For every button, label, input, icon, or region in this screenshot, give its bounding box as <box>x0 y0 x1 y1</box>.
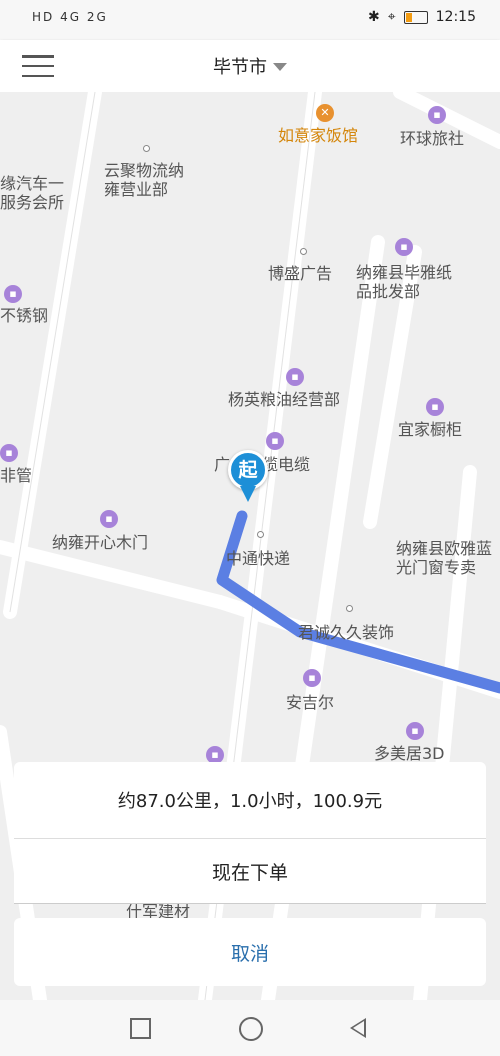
poi-label[interactable]: 如意家饭馆 <box>278 126 358 145</box>
poi-label[interactable]: 纳雍开心木门 <box>52 533 148 552</box>
poi-label[interactable]: 博盛广告 <box>268 264 332 283</box>
poi-label[interactable]: 不锈钢 <box>0 306 48 325</box>
shop-icon[interactable]: ▪ <box>266 432 284 450</box>
start-marker[interactable]: 起 <box>228 450 274 510</box>
shop-icon[interactable]: ▪ <box>406 722 424 740</box>
shop-icon[interactable]: ▪ <box>303 669 321 687</box>
recent-apps-icon[interactable] <box>130 1018 151 1039</box>
status-time: 12:15 <box>435 9 476 25</box>
poi-dot <box>346 605 353 612</box>
menu-icon[interactable] <box>22 52 54 80</box>
poi-label[interactable]: 纳雍县毕雅纸品批发部 <box>356 263 454 301</box>
shop-icon[interactable]: ▪ <box>428 106 446 124</box>
cancel-button[interactable]: 取消 <box>14 918 486 986</box>
start-marker-label: 起 <box>228 450 268 490</box>
chevron-down-icon <box>273 63 287 71</box>
poi-dot <box>300 248 307 255</box>
order-now-button[interactable]: 现在下单 <box>14 838 486 904</box>
poi-label[interactable]: 宜家橱柜 <box>398 420 462 439</box>
poi-label[interactable]: 云聚物流纳雍营业部 <box>104 161 196 199</box>
poi-label[interactable]: 杨英粮油经营部 <box>228 390 340 409</box>
home-icon[interactable] <box>239 1017 263 1041</box>
poi-dot <box>257 531 264 538</box>
trip-info: 约87.0公里，1.0小时，100.9元 <box>14 762 486 838</box>
poi-label[interactable]: 缘汽车一服务会所 <box>0 174 72 212</box>
shop-icon[interactable]: ▪ <box>100 510 118 528</box>
city-name: 毕节市 <box>213 57 267 78</box>
poi-label[interactable]: 环球旅社 <box>400 129 464 148</box>
status-icons-right: ✱ ⌖ 12:15 <box>368 9 476 25</box>
shop-icon[interactable]: ▪ <box>395 238 413 256</box>
app-header: 毕节市 <box>0 40 500 92</box>
battery-icon <box>403 10 428 24</box>
restaurant-icon[interactable]: ✕ <box>316 104 334 122</box>
poi-label[interactable]: 安吉尔 <box>286 693 334 712</box>
bluetooth-icon: ✱ <box>368 9 380 25</box>
poi-label[interactable]: 多美居3D <box>374 744 445 763</box>
poi-label[interactable]: 中通快递 <box>226 549 290 568</box>
system-nav-bar <box>0 1000 500 1056</box>
status-icons-left: HD 4G 2G <box>32 10 108 24</box>
city-selector[interactable]: 毕节市 <box>0 40 500 92</box>
shop-icon[interactable]: ▪ <box>4 285 22 303</box>
status-bar: HD 4G 2G ✱ ⌖ 12:15 <box>0 0 500 40</box>
poi-label[interactable]: 纳雍县欧雅蓝光门窗专卖 <box>396 539 500 579</box>
shop-icon[interactable]: ▪ <box>0 444 18 462</box>
poi-label[interactable]: 君诚久久装饰 <box>298 623 394 642</box>
shop-icon[interactable]: ▪ <box>286 368 304 386</box>
poi-label[interactable]: 非管 <box>0 466 32 485</box>
shop-icon[interactable]: ▪ <box>426 398 444 416</box>
poi-dot <box>143 145 150 152</box>
location-icon: ⌖ <box>387 9 396 25</box>
